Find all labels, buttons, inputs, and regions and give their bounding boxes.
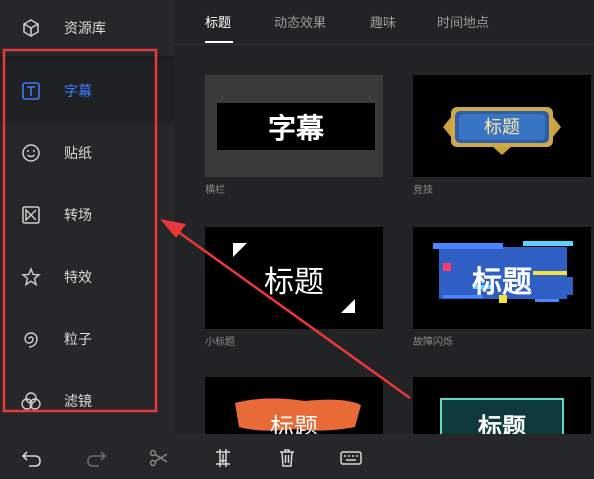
- template-card-small-title[interactable]: 标题: [205, 227, 383, 329]
- active-tab-indicator: [205, 41, 233, 43]
- sidebar-item-library[interactable]: 资源库: [0, 0, 174, 56]
- keyboard-icon[interactable]: [339, 446, 363, 470]
- template-card-glitch[interactable]: 标题: [413, 227, 591, 329]
- card-label: 竞技: [413, 185, 433, 196]
- smiley-icon: [18, 140, 44, 166]
- sidebar-item-filters[interactable]: 滤镜: [0, 370, 174, 432]
- redo-icon[interactable]: [84, 446, 108, 470]
- template-grid: 字幕 横栏 标题 竞技 标题 小标题 标题 故障闪烁 标题 标题: [174, 45, 594, 434]
- template-card-esports[interactable]: 标题: [413, 75, 591, 177]
- sidebar-item-label: 转场: [64, 208, 92, 224]
- sidebar-item-particles[interactable]: 粒子: [0, 308, 174, 370]
- tab-dynamic-effects[interactable]: 动态效果: [274, 12, 326, 31]
- tab-title[interactable]: 标题: [205, 12, 231, 31]
- card-preview-text: 标题: [472, 265, 532, 300]
- sidebar-item-stickers[interactable]: 贴纸: [0, 122, 174, 184]
- sidebar-item-label: 字幕: [64, 84, 92, 100]
- template-card-banner[interactable]: 字幕: [205, 75, 383, 177]
- card-preview-text: 标题: [484, 117, 520, 138]
- circles-icon: [18, 388, 44, 414]
- category-tabs: 标题 动态效果 趣味 时间地点: [174, 0, 594, 45]
- crop-frame-icon[interactable]: [211, 446, 235, 470]
- sidebar: 资源库 字幕 贴纸 转场 特效 粒子 滤镜: [0, 0, 174, 434]
- card-label: 横栏: [205, 185, 225, 196]
- sidebar-item-label: 粒子: [64, 332, 92, 348]
- cube-icon: [18, 15, 44, 41]
- delete-trash-icon[interactable]: [275, 446, 299, 470]
- star-icon: [18, 264, 44, 290]
- card-preview-text: 字幕: [267, 111, 324, 145]
- bottom-toolbar: [0, 434, 594, 479]
- card-label: 故障闪烁: [413, 337, 453, 348]
- sidebar-item-label: 滤镜: [64, 394, 92, 410]
- text-t-icon: [18, 78, 44, 104]
- banner-bar: 字幕: [217, 103, 375, 150]
- card-label: 小标题: [205, 337, 235, 348]
- card-preview-text: 标题: [270, 413, 318, 434]
- undo-icon[interactable]: [20, 446, 44, 470]
- template-card-brush[interactable]: 标题: [205, 377, 383, 434]
- sidebar-item-subtitles[interactable]: 字幕: [0, 60, 174, 122]
- sidebar-item-label: 资源库: [64, 21, 106, 37]
- sidebar-item-label: 特效: [64, 270, 92, 286]
- sidebar-item-effects[interactable]: 特效: [0, 246, 174, 308]
- card-preview-text: 标题: [264, 265, 324, 300]
- template-card-frame[interactable]: 标题: [413, 377, 591, 434]
- sidebar-item-label: 贴纸: [64, 146, 92, 162]
- card-preview-text: 标题: [478, 413, 526, 434]
- tab-fun[interactable]: 趣味: [370, 12, 396, 31]
- swirl-icon: [18, 326, 44, 352]
- split-scissors-icon[interactable]: [147, 446, 171, 470]
- transition-icon: [18, 202, 44, 228]
- tab-time-location[interactable]: 时间地点: [437, 12, 489, 31]
- sidebar-item-transitions[interactable]: 转场: [0, 184, 174, 246]
